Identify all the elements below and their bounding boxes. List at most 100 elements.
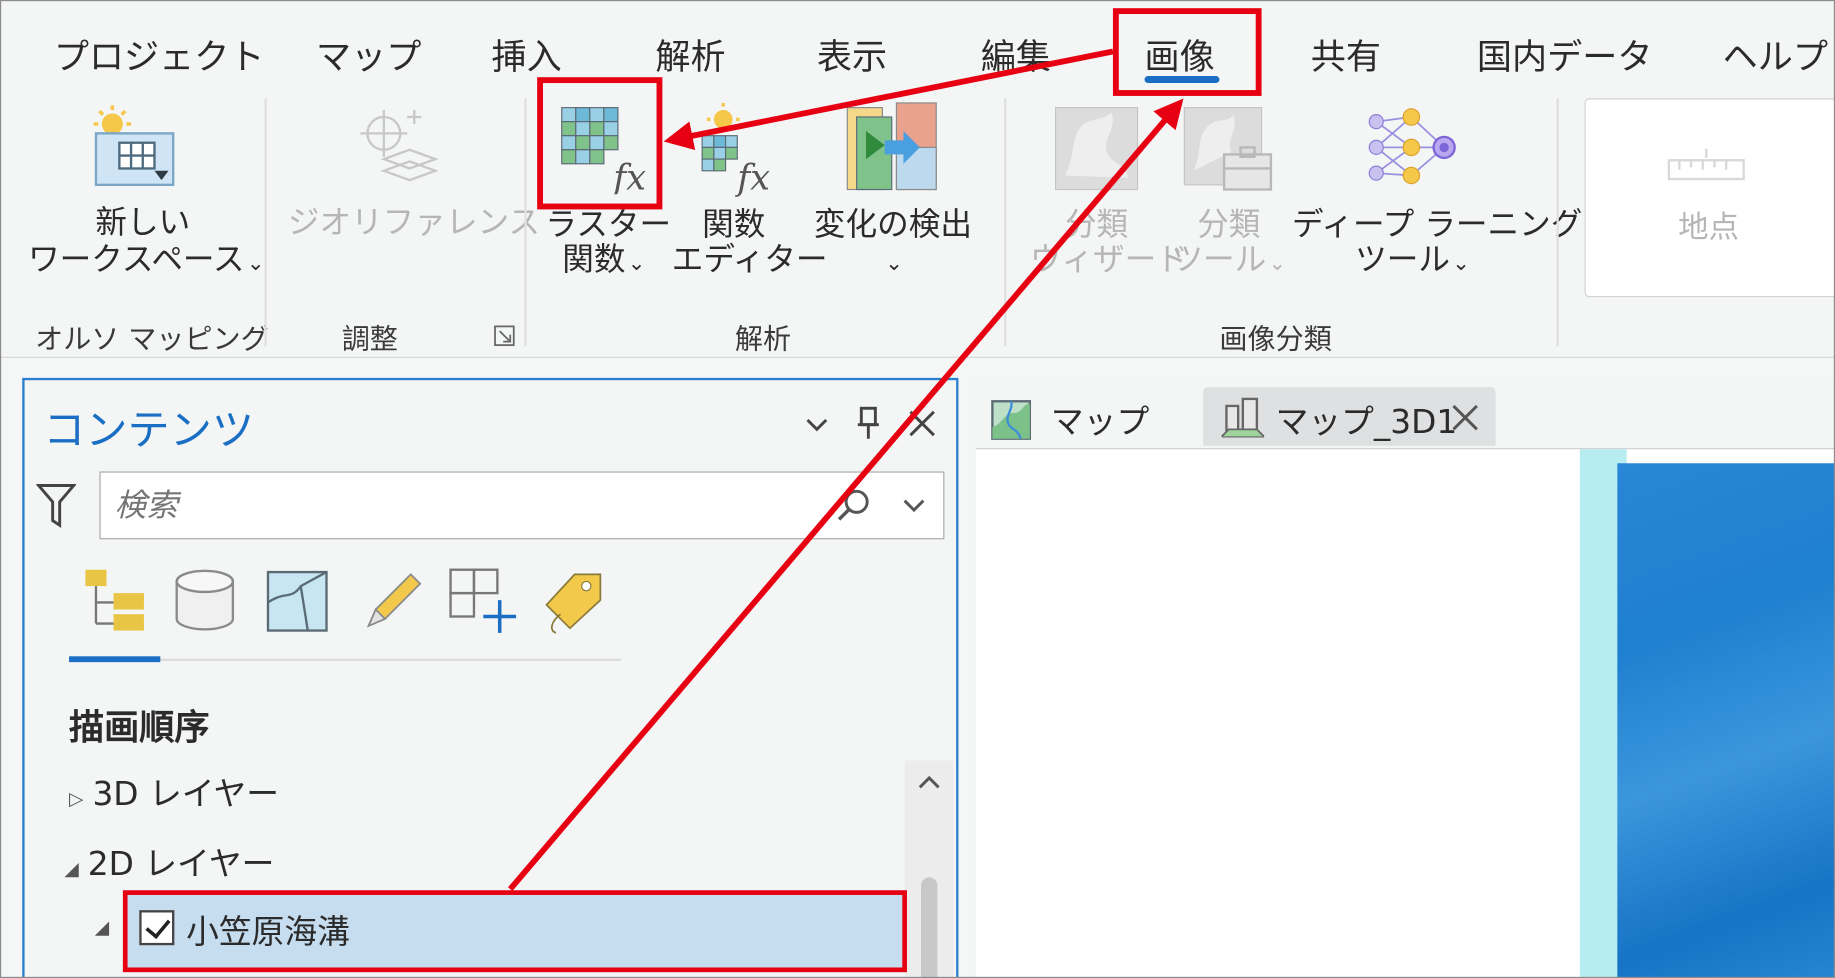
tab-insert[interactable]: 挿入 [492, 28, 562, 79]
function-editor-button[interactable]: fx 関数 エディター [671, 101, 828, 293]
map-view: マップ マップ_3D1 [973, 377, 1835, 978]
dialog-launcher-icon[interactable] [494, 325, 515, 346]
new-workspace-icon [93, 105, 175, 187]
raster-function-icon: fx [561, 107, 646, 195]
close-icon[interactable] [1451, 404, 1479, 432]
chevron-down-icon: ⌄ [885, 251, 903, 277]
label-tag-icon[interactable] [539, 567, 609, 635]
group-adjust: 調整 [341, 322, 398, 356]
classification-wizard-label2: ウィザード [1029, 242, 1188, 279]
chevron-down-icon[interactable] [804, 415, 830, 434]
layer-visibility-checkbox[interactable] [139, 910, 175, 946]
classification-wizard-button[interactable]: 分類 ウィザード [1029, 101, 1188, 293]
chevron-down-icon: ⌄ [627, 251, 646, 277]
function-editor-label2: エディター [671, 242, 828, 279]
scrollbar[interactable] [904, 760, 954, 978]
group-ortho-mapping: オルソ マッピング [35, 322, 269, 356]
tab-map-view[interactable]: マップ [974, 387, 1185, 445]
map-canvas[interactable] [976, 448, 1835, 978]
selection-view-icon[interactable] [266, 567, 332, 635]
separator [524, 98, 527, 347]
classification-wizard-label1: 分類 [1064, 207, 1129, 244]
chevron-up-icon[interactable] [916, 774, 942, 790]
new-workspace-label2: ワークスペース [28, 242, 245, 279]
classification-tools-label1: 分類 [1197, 207, 1261, 244]
section-heading: 描画順序 [69, 707, 210, 749]
tree-item-2d-layers[interactable]: ◢ 2D レイヤー [64, 839, 274, 886]
chevron-down-icon: ⌄ [246, 251, 265, 277]
tab-imagery[interactable]: 画像 [1145, 28, 1215, 79]
tab-project[interactable]: プロジェクト [54, 28, 265, 79]
pencil-icon[interactable] [362, 567, 425, 635]
deep-learning-label2: ツール [1355, 242, 1450, 279]
location-label: 地点 [1678, 210, 1740, 246]
separator [264, 98, 267, 347]
expand-triangle-icon[interactable]: ▷ [69, 787, 92, 809]
group-analysis: 解析 [734, 322, 792, 356]
classification-tools-label2: ツール [1171, 242, 1267, 279]
tree-item-3d-layers[interactable]: ▷ 3D レイヤー [69, 769, 279, 816]
ribbon: プロジェクト マップ 挿入 解析 表示 編集 画像 共有 国内データ ヘルプ 新… [0, 0, 1835, 358]
svg-text:fx: fx [610, 158, 646, 195]
layer-name: 小笠原海溝 [186, 912, 350, 952]
tab-label: マップ_3D1 [1275, 402, 1458, 442]
tab-analysis[interactable]: 解析 [655, 28, 725, 79]
scene-3d-icon [1221, 397, 1265, 438]
change-detection-icon [846, 102, 937, 191]
tab-view[interactable]: 表示 [817, 28, 887, 79]
change-detection-label: 変化の検出 [813, 207, 972, 244]
function-editor-icon: fx [701, 102, 770, 199]
tab-help[interactable]: ヘルプ [1723, 28, 1828, 79]
deep-learning-tools-button[interactable]: ディープ ラーニング ツール ⌄ [1291, 101, 1583, 293]
raster-function-button[interactable]: fx ラスター 関数 ⌄ [545, 101, 671, 293]
search-input[interactable] [112, 481, 820, 529]
georeference-button[interactable]: ジオリファレンス [287, 105, 541, 292]
active-tab-indicator [1144, 76, 1220, 84]
classification-tools-icon [1183, 107, 1273, 191]
chevron-down-icon: ⌄ [1268, 251, 1287, 277]
classification-tools-button[interactable]: 分類 ツール ⌄ [1170, 101, 1287, 293]
active-view-indicator [69, 656, 161, 663]
map-icon [991, 400, 1032, 440]
georeference-icon [360, 109, 439, 182]
chevron-down-icon[interactable] [901, 496, 927, 515]
tab-edit[interactable]: 編集 [981, 28, 1051, 79]
data-source-icon[interactable] [172, 567, 238, 635]
search-icon[interactable] [836, 487, 873, 524]
drawing-order-icon[interactable] [81, 567, 151, 635]
new-workspace-label1: 新しい [95, 204, 191, 241]
chevron-down-icon: ⌄ [1452, 251, 1470, 277]
tab-national-data[interactable]: 国内データ [1477, 28, 1653, 79]
new-workspace-button[interactable]: 新しい ワークスペース ⌄ [28, 105, 265, 292]
tab-label: マップ [1050, 402, 1150, 442]
neural-network-icon [1368, 108, 1456, 185]
separator [1004, 98, 1007, 347]
separator [1556, 98, 1559, 347]
close-icon[interactable] [907, 408, 937, 438]
change-detection-button[interactable]: 変化の検出 ⌄ [807, 101, 978, 293]
deep-learning-label1: ディープ ラーニング [1291, 207, 1583, 244]
globe-surface [1617, 463, 1835, 978]
georeference-label: ジオリファレンス [287, 204, 541, 241]
scroll-thumb[interactable] [921, 877, 938, 978]
ruler-icon [1667, 148, 1745, 181]
collapse-triangle-icon[interactable]: ◢ [64, 858, 87, 880]
pin-icon[interactable] [855, 406, 881, 441]
search-box[interactable] [99, 471, 945, 540]
tab-share[interactable]: 共有 [1311, 28, 1381, 79]
tab-map-3d[interactable]: マップ_3D1 [1203, 387, 1496, 446]
layer-row-selected[interactable]: 小笠原海溝 [122, 890, 907, 973]
tree-item-label: 3D レイヤー [92, 774, 280, 814]
pane-title: コンテンツ [43, 407, 254, 456]
measurement-gallery[interactable]: 地点 [1584, 98, 1835, 298]
filter-icon[interactable] [36, 483, 77, 530]
function-editor-label1: 関数 [702, 207, 766, 244]
svg-text:fx: fx [734, 158, 770, 199]
tree-item-label: 2D レイヤー [87, 844, 275, 884]
classification-wizard-icon [1055, 107, 1139, 191]
add-grid-icon[interactable] [448, 567, 518, 635]
collapse-triangle-icon[interactable]: ◢ [95, 916, 118, 938]
tab-map[interactable]: マップ [316, 28, 421, 79]
contents-pane: コンテンツ 検索 描画順序 ▷ 3D レイヤー ◢ 2D レイヤー ◢ 小笠原海… [22, 377, 959, 978]
raster-function-label2: 関数 [562, 242, 626, 279]
